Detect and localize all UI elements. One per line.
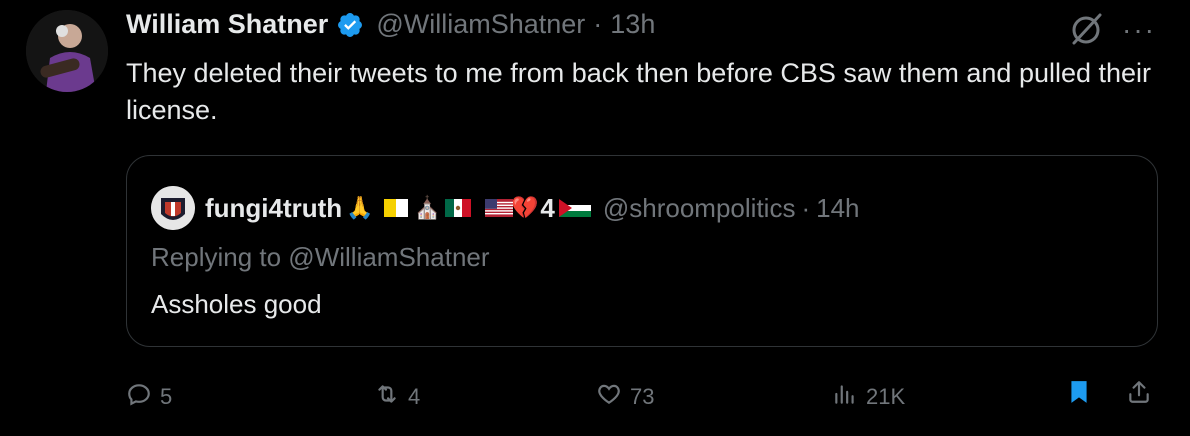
more-icon[interactable]: ··· [1122, 14, 1156, 46]
usa-flag-icon [485, 199, 513, 217]
like-icon [596, 381, 622, 413]
grok-icon[interactable] [1066, 10, 1106, 50]
share-button[interactable] [1126, 379, 1152, 411]
quoted-text: Assholes good [151, 289, 322, 319]
views-count: 21K [866, 384, 906, 409]
views-icon [832, 381, 858, 413]
vatican-flag-icon [383, 199, 410, 217]
church-emoji: ⛪ [413, 195, 441, 220]
quoted-author-name[interactable]: fungi4truth [205, 193, 342, 224]
palestine-flag-icon [558, 199, 591, 217]
quoted-header: fungi4truth 🙏 ⛪ 💔 4 @shroompolitics · 14… [151, 186, 860, 230]
quoted-separator-dot: · [801, 192, 811, 223]
broken-heart-emoji: 💔 [511, 195, 539, 220]
replying-to: Replying to @WilliamShatner [151, 242, 490, 272]
verified-badge-icon [336, 11, 364, 39]
repost-button[interactable]: 4 [374, 381, 420, 413]
action-bar: 5 4 73 21K [126, 375, 1166, 417]
separator-dot: · [593, 9, 603, 39]
bookmark-icon [1066, 379, 1092, 411]
views-button[interactable]: 21K [832, 381, 905, 413]
quoted-tweet[interactable]: fungi4truth 🙏 ⛪ 💔 4 @shroompolitics · 14… [126, 155, 1158, 347]
author-handle[interactable]: @WilliamShatner [376, 9, 585, 40]
praying-hands-emoji: 🙏 [346, 195, 374, 220]
author-name[interactable]: William Shatner [126, 9, 328, 40]
like-button[interactable]: 73 [596, 381, 654, 413]
quoted-time[interactable]: 14h [816, 193, 859, 224]
like-count: 73 [630, 384, 655, 409]
share-icon [1126, 379, 1152, 411]
reply-count: 5 [160, 384, 173, 409]
tweet-text: They deleted their tweets to me from bac… [126, 58, 1152, 125]
bookmark-button[interactable] [1066, 379, 1092, 411]
repost-count: 4 [408, 384, 421, 409]
quoted-author-avatar[interactable] [151, 186, 195, 230]
reply-icon [126, 381, 152, 413]
quoted-author-handle[interactable]: @shroompolitics [603, 193, 796, 224]
tweet-time[interactable]: 13h [610, 9, 655, 40]
repost-icon [374, 381, 400, 413]
mexico-flag-icon [445, 199, 471, 217]
author-avatar[interactable] [26, 10, 108, 92]
tweet-header: William Shatner @WilliamShatner · 13h [126, 9, 655, 40]
reply-button[interactable]: 5 [126, 381, 172, 413]
number-four: 4 [540, 192, 555, 223]
